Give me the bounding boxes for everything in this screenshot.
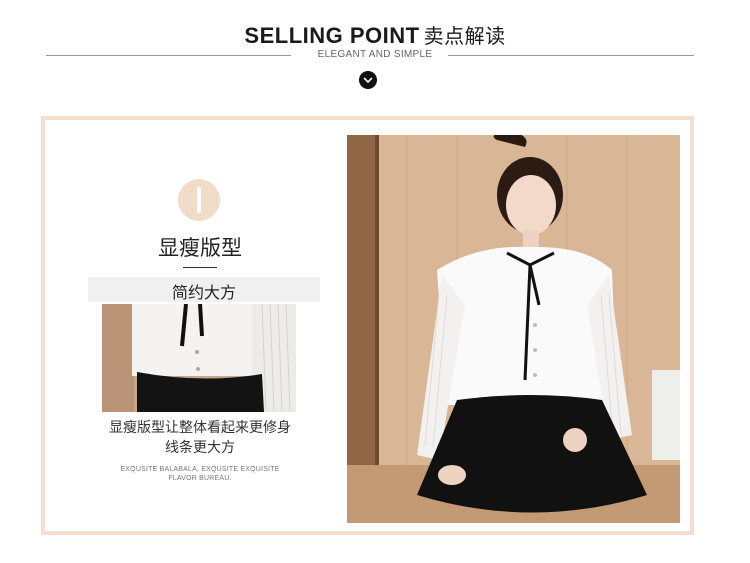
fine-print-line: EXQUSITE BALABALA, EXQUSITE EXQUISITE [120, 466, 280, 473]
feature-subtitle: 简约大方 [171, 283, 236, 302]
model-photo-image [347, 135, 680, 523]
chevron-down-icon [363, 76, 373, 83]
scroll-down-button[interactable] [359, 71, 377, 89]
model-photo [347, 135, 680, 523]
numeral-badge [178, 179, 220, 221]
feature-description: 显瘦版型让整体看起来更修身 线条更大方 [88, 418, 312, 458]
feature-title-underline [183, 267, 217, 268]
section-title: SELLING POINT 卖点解读 [0, 20, 750, 49]
section-header: SELLING POINT 卖点解读 ELEGANT AND SIMPLE [0, 0, 750, 100]
section-title-cn: 卖点解读 [423, 24, 506, 48]
feature-title: 显瘦版型 [158, 236, 242, 260]
fine-print: EXQUSITE BALABALA, EXQUSITE EXQUISITE FL… [88, 465, 312, 483]
divider-right [448, 55, 694, 56]
description-line: 线条更大方 [165, 440, 235, 456]
description-line: 显瘦版型让整体看起来更修身 [109, 420, 291, 436]
fine-print-line: FLAVOR BUREAU. [168, 475, 232, 482]
detail-thumbnail [102, 304, 296, 412]
detail-thumbnail-image [102, 304, 296, 412]
section-title-en: SELLING POINT [244, 23, 420, 48]
roman-numeral-one-icon [197, 187, 201, 213]
